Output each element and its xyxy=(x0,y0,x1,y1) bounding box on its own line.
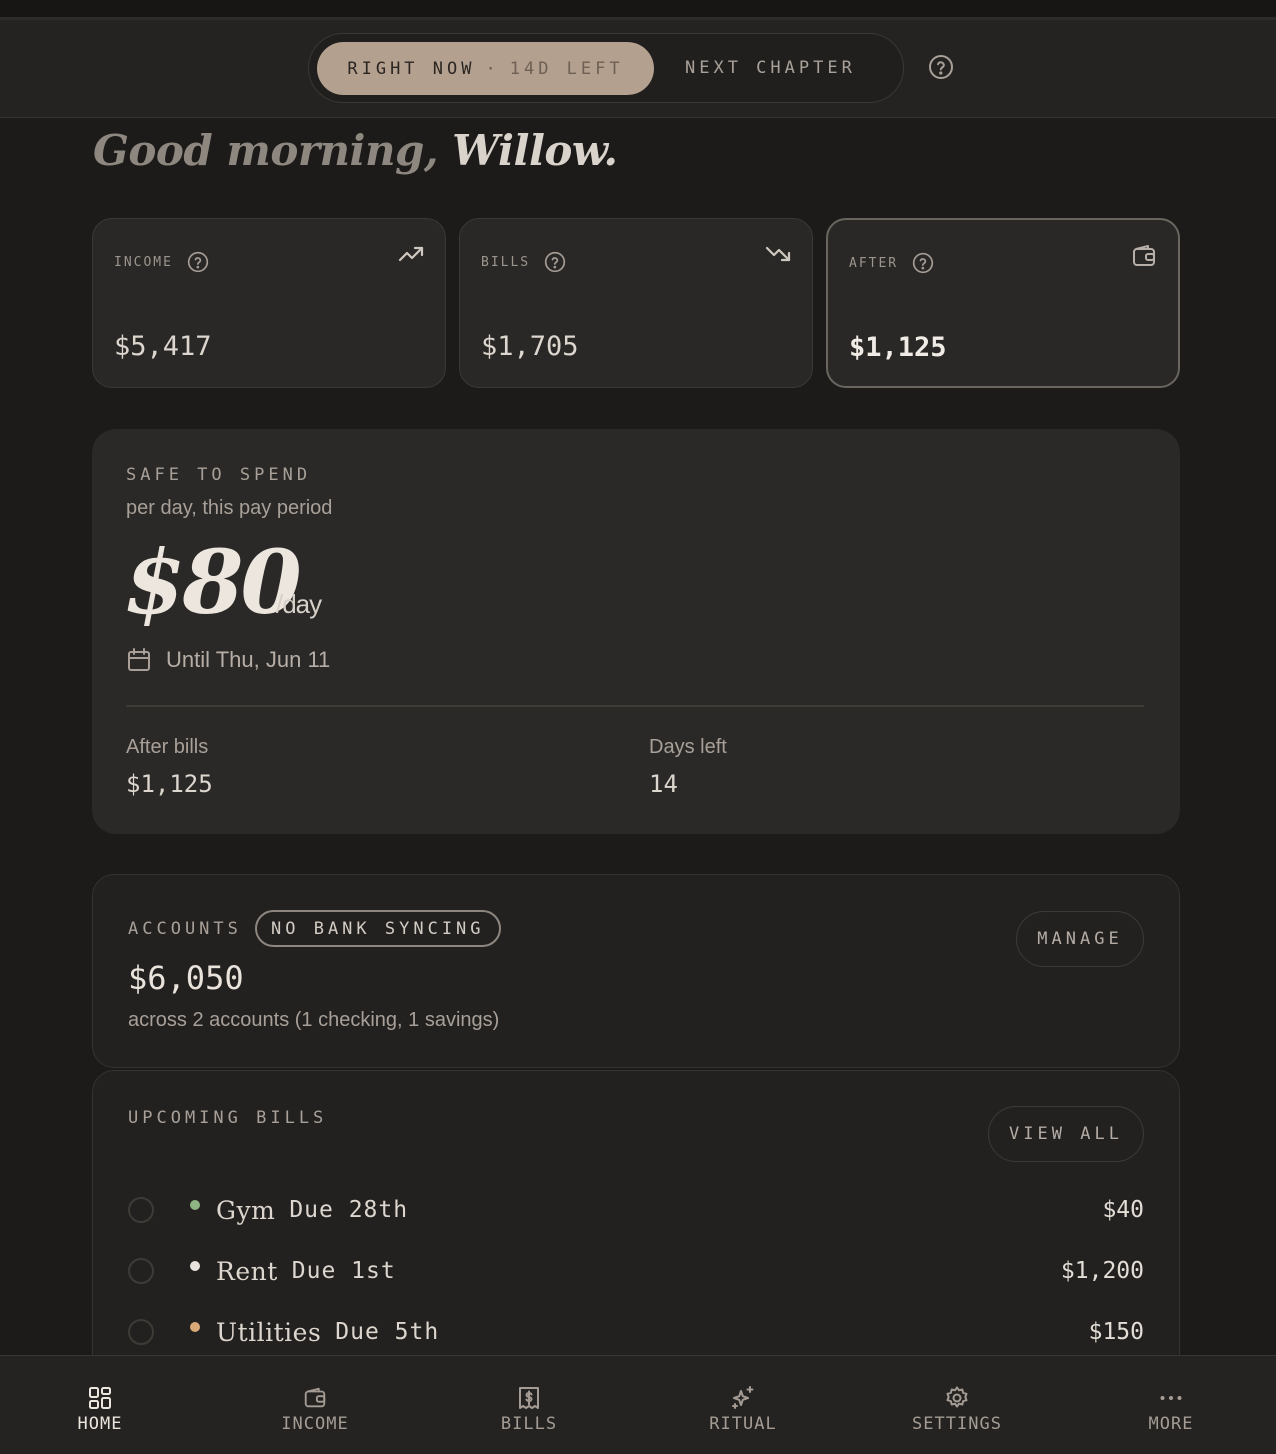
top-bar: RIGHT NOW · 14D LEFT NEXT CHAPTER xyxy=(0,20,1276,118)
nav-ritual[interactable]: RITUAL xyxy=(673,1356,813,1454)
after-card-label-row: AFTER xyxy=(849,252,934,274)
more-icon xyxy=(1160,1396,1182,1400)
bill-row[interactable]: Rent Due 1st $1,200 xyxy=(128,1251,1144,1291)
nav-more-label: MORE xyxy=(1148,1414,1194,1434)
bills-card-label-row: BILLS xyxy=(481,251,566,273)
after-bills-label: After bills xyxy=(126,736,209,758)
nav-more[interactable]: MORE xyxy=(1101,1356,1241,1454)
bill-amount: $150 xyxy=(1088,1319,1144,1345)
bill-row[interactable]: Utilities Due 5th $150 xyxy=(128,1312,1144,1352)
help-icon[interactable] xyxy=(187,251,209,273)
trend-down-icon xyxy=(765,246,791,262)
segment-right-now[interactable]: RIGHT NOW · 14D LEFT xyxy=(317,42,654,95)
nav-bills-label: BILLS xyxy=(500,1414,558,1434)
view-all-button[interactable]: VIEW ALL xyxy=(988,1106,1144,1162)
bill-amount: $40 xyxy=(1102,1197,1144,1223)
nav-settings-label: SETTINGS xyxy=(912,1414,1002,1434)
bottom-nav: HOME INCOME BILLS RITUAL SETTINGS MORE xyxy=(0,1355,1276,1454)
trend-up-icon xyxy=(398,246,424,262)
bill-name: Gym xyxy=(216,1195,276,1225)
upcoming-bills-kicker: UPCOMING BILLS xyxy=(128,1108,328,1128)
income-card[interactable]: INCOME $5,417 xyxy=(92,218,446,388)
gear-icon xyxy=(946,1386,968,1408)
wallet-icon xyxy=(304,1387,326,1408)
bill-due: Due 1st xyxy=(291,1258,396,1284)
after-card[interactable]: AFTER $1,125 xyxy=(826,218,1180,388)
bill-status-dot xyxy=(190,1322,200,1332)
segment-next-chapter[interactable]: NEXT CHAPTER xyxy=(685,34,856,102)
nav-settings[interactable]: SETTINGS xyxy=(887,1356,1027,1454)
daily-amount-unit: /day xyxy=(276,589,322,619)
bill-due: Due 5th xyxy=(335,1319,440,1345)
nav-home-label: HOME xyxy=(77,1414,123,1434)
safe-to-spend-subtitle: per day, this pay period xyxy=(126,497,333,519)
greeting: Good morning, Willow. xyxy=(93,126,618,175)
window-top-strip xyxy=(0,0,1276,20)
bill-row[interactable]: Gym Due 28th $40 xyxy=(128,1190,1144,1230)
accounts-total: $6,050 xyxy=(128,959,244,997)
nav-bills[interactable]: BILLS xyxy=(459,1356,599,1454)
safe-to-spend-kicker: SAFE TO SPEND xyxy=(126,465,312,485)
greeting-name: Willow. xyxy=(452,126,618,175)
bill-name: Rent xyxy=(216,1256,278,1286)
after-card-value: $1,125 xyxy=(849,332,947,363)
bill-amount: $1,200 xyxy=(1060,1258,1144,1284)
bill-status-dot xyxy=(190,1261,200,1271)
bill-checkbox[interactable] xyxy=(128,1197,154,1223)
help-icon[interactable] xyxy=(544,251,566,273)
until-date: Until Thu, Jun 11 xyxy=(126,647,330,673)
grid-icon xyxy=(89,1387,111,1409)
segment-days-left: 14D LEFT xyxy=(509,58,624,79)
income-card-label: INCOME xyxy=(114,254,173,270)
income-card-label-row: INCOME xyxy=(114,251,209,273)
wallet-icon xyxy=(1133,245,1155,266)
bills-card[interactable]: BILLS $1,705 xyxy=(459,218,813,388)
accounts-description: across 2 accounts (1 checking, 1 savings… xyxy=(128,1009,500,1031)
segment-separator: · xyxy=(485,58,500,79)
segment-right-now-label: RIGHT NOW xyxy=(347,58,476,79)
accounts-card: ACCOUNTS NO BANK SYNCING $6,050 across 2… xyxy=(92,874,1180,1068)
until-date-text: Until Thu, Jun 11 xyxy=(166,647,331,672)
after-bills-value: $1,125 xyxy=(126,770,213,798)
daily-amount: $80 xyxy=(124,530,302,634)
receipt-icon xyxy=(519,1387,539,1409)
bill-status-dot xyxy=(190,1200,200,1210)
help-icon[interactable] xyxy=(912,252,934,274)
nav-income[interactable]: INCOME xyxy=(245,1356,385,1454)
nav-ritual-label: RITUAL xyxy=(709,1414,777,1434)
bill-checkbox[interactable] xyxy=(128,1319,154,1345)
income-card-value: $5,417 xyxy=(114,331,212,362)
calendar-icon xyxy=(128,648,150,671)
divider xyxy=(126,705,1144,707)
sparkles-icon xyxy=(732,1386,754,1409)
bills-card-value: $1,705 xyxy=(481,331,579,362)
greeting-prefix: Good morning, xyxy=(93,126,438,175)
safe-to-spend-card: SAFE TO SPEND per day, this pay period $… xyxy=(92,429,1180,834)
bill-name: Utilities xyxy=(216,1317,322,1347)
after-card-label: AFTER xyxy=(849,255,899,271)
nav-income-label: INCOME xyxy=(281,1414,349,1434)
days-left-label: Days left xyxy=(649,736,727,758)
bills-card-label: BILLS xyxy=(481,254,531,270)
accounts-kicker: ACCOUNTS xyxy=(128,919,242,939)
manage-button[interactable]: MANAGE xyxy=(1016,911,1144,967)
days-left-value: 14 xyxy=(649,770,678,798)
no-bank-syncing-badge: NO BANK SYNCING xyxy=(255,910,501,947)
bill-checkbox[interactable] xyxy=(128,1258,154,1284)
bill-due: Due 28th xyxy=(289,1197,409,1223)
nav-home[interactable]: HOME xyxy=(30,1356,170,1454)
help-icon[interactable] xyxy=(928,54,954,80)
period-segmented-control: RIGHT NOW · 14D LEFT NEXT CHAPTER xyxy=(308,33,904,103)
